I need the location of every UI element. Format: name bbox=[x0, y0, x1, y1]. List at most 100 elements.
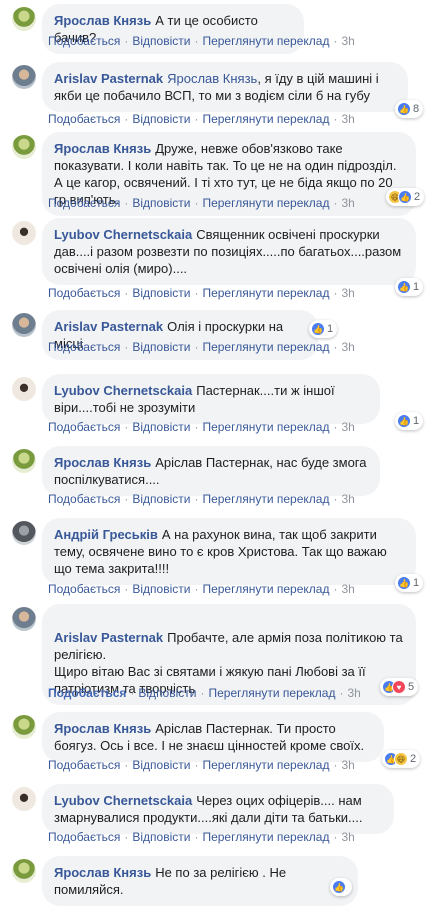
comment-mention[interactable]: Ярослав Князь bbox=[167, 71, 257, 86]
reaction-count: 2 bbox=[414, 191, 421, 203]
reply-link[interactable]: Відповісти bbox=[132, 340, 190, 354]
comment-author[interactable]: Lyubov Chernetsckaia bbox=[54, 227, 192, 242]
like-icon: 👍 bbox=[311, 322, 325, 336]
comment-time[interactable]: 3h bbox=[341, 492, 354, 506]
translate-link[interactable]: Переглянути переклад bbox=[202, 758, 329, 772]
reaction-summary[interactable]: 👍 ♥ 5 bbox=[380, 678, 419, 696]
avatar[interactable] bbox=[12, 859, 36, 883]
reaction-count: 1 bbox=[327, 323, 334, 335]
comment-bubble: Ярослав Князь Не по за релігією . Не поми… bbox=[42, 856, 358, 906]
reaction-summary[interactable]: 👍 1 bbox=[395, 278, 424, 296]
avatar[interactable] bbox=[12, 313, 36, 337]
reaction-summary[interactable]: 👍 😆 2 bbox=[382, 750, 421, 768]
like-link[interactable]: Подобається bbox=[48, 340, 120, 354]
translate-link[interactable]: Переглянути переклад bbox=[202, 286, 329, 300]
reaction-summary[interactable]: 👍 8 bbox=[395, 100, 424, 118]
avatar[interactable] bbox=[12, 607, 36, 631]
like-link[interactable]: Подобається bbox=[48, 830, 120, 844]
translate-link[interactable]: Переглянути переклад bbox=[202, 34, 329, 48]
avatar[interactable] bbox=[12, 787, 36, 811]
like-link[interactable]: Подобається bbox=[48, 582, 120, 596]
reply-link[interactable]: Відповісти bbox=[132, 196, 190, 210]
translate-link[interactable]: Переглянути переклад bbox=[208, 686, 335, 700]
comment-author[interactable]: Arislav Pasternak bbox=[54, 630, 163, 645]
comment-time[interactable]: 3h bbox=[341, 758, 354, 772]
reaction-count: 2 bbox=[410, 753, 417, 765]
comment-time[interactable]: 3h bbox=[341, 112, 354, 126]
avatar[interactable] bbox=[12, 521, 36, 545]
reply-link[interactable]: Відповісти bbox=[132, 582, 190, 596]
avatar[interactable] bbox=[12, 65, 36, 89]
translate-link[interactable]: Переглянути переклад bbox=[202, 196, 329, 210]
avatar[interactable] bbox=[12, 377, 36, 401]
comment-actions: Подобається · Відповісти · Переглянути перек… bbox=[48, 830, 355, 844]
comment-bubble: Lyubov Chernetsckaia Пастернак....ти ж ін… bbox=[42, 374, 380, 424]
reply-link[interactable]: Відповісти bbox=[132, 34, 190, 48]
comment-author[interactable]: Arislav Pasternak bbox=[54, 71, 163, 86]
translate-link[interactable]: Переглянути переклад bbox=[202, 492, 329, 506]
comment-actions: Подобається · Відповісти · Переглянути перек… bbox=[48, 686, 361, 700]
comment-time[interactable]: 3h bbox=[341, 34, 354, 48]
comment-author[interactable]: Lyubov Chernetsckaia bbox=[54, 793, 192, 808]
avatar[interactable] bbox=[12, 7, 36, 31]
like-link[interactable]: Подобається bbox=[48, 758, 120, 772]
reply-link[interactable]: Відповісти bbox=[132, 420, 190, 434]
comment-author[interactable]: Ярослав Князь bbox=[54, 141, 151, 156]
translate-link[interactable]: Переглянути переклад bbox=[202, 112, 329, 126]
translate-link[interactable]: Переглянути переклад bbox=[202, 340, 329, 354]
translate-link[interactable]: Переглянути переклад bbox=[202, 420, 329, 434]
reply-link[interactable]: Відповісти bbox=[132, 830, 190, 844]
comment-bubble: Arislav Pasternak Ярослав Князь, я їду в … bbox=[42, 62, 408, 112]
like-icon: 👍 bbox=[397, 280, 411, 294]
comment-actions: Подобається · Відповісти · Переглянути перек… bbox=[48, 758, 355, 772]
reaction-summary[interactable]: 👍 1 bbox=[395, 412, 424, 430]
like-link[interactable]: Подобається bbox=[48, 34, 120, 48]
comment-time[interactable]: 3h bbox=[341, 420, 354, 434]
reaction-summary[interactable]: 😆 👍 2 bbox=[386, 188, 425, 206]
like-link[interactable]: Подобається bbox=[48, 196, 120, 210]
avatar[interactable] bbox=[12, 135, 36, 159]
comment-author[interactable]: Lyubov Chernetsckaia bbox=[54, 383, 192, 398]
comment-actions: Подобається · Відповісти · Переглянути перек… bbox=[48, 582, 355, 596]
love-icon: ♥ bbox=[392, 680, 406, 694]
comment-actions: Подобається · Відповісти · Переглянути перек… bbox=[48, 492, 355, 506]
comment-bubble: Андрій Греськів А на рахунок вина, так що… bbox=[42, 518, 416, 585]
like-link[interactable]: Подобається bbox=[48, 112, 120, 126]
haha-icon: 😆 bbox=[394, 752, 408, 766]
avatar[interactable] bbox=[12, 715, 36, 739]
reply-link[interactable]: Відповісти bbox=[138, 686, 196, 700]
like-link[interactable]: Подобається bbox=[48, 686, 126, 700]
like-link[interactable]: Подобається bbox=[48, 420, 120, 434]
comment-time[interactable]: 3h bbox=[348, 686, 361, 700]
comment-actions: Подобається · Відповісти · Переглянути перек… bbox=[48, 286, 355, 300]
comment-time[interactable]: 3h bbox=[341, 340, 354, 354]
comment-author[interactable]: Ярослав Князь bbox=[54, 865, 151, 880]
comment-actions: Подобається · Відповісти · Переглянути перек… bbox=[48, 420, 355, 434]
comment-time[interactable]: 3h bbox=[341, 830, 354, 844]
reaction-summary[interactable]: 👍 1 bbox=[395, 574, 424, 592]
reply-link[interactable]: Відповісти bbox=[132, 112, 190, 126]
comment-bubble: Ярослав Князь Аріслав Пастернак. Ти прост… bbox=[42, 712, 384, 762]
reaction-count: 8 bbox=[413, 103, 420, 115]
comment-time[interactable]: 3h bbox=[341, 582, 354, 596]
avatar[interactable] bbox=[12, 449, 36, 473]
reply-link[interactable]: Відповісти bbox=[132, 492, 190, 506]
like-link[interactable]: Подобається bbox=[48, 492, 120, 506]
comment-author[interactable]: Андрій Греськів bbox=[54, 527, 158, 542]
translate-link[interactable]: Переглянути переклад bbox=[202, 582, 329, 596]
reaction-summary[interactable]: 👍 1 bbox=[309, 320, 338, 338]
avatar[interactable] bbox=[12, 221, 36, 245]
like-link[interactable]: Подобається bbox=[48, 286, 120, 300]
comment-author[interactable]: Ярослав Князь bbox=[54, 721, 151, 736]
comment-author[interactable]: Ярослав Князь bbox=[54, 455, 151, 470]
reply-link[interactable]: Відповісти bbox=[132, 286, 190, 300]
comment-author[interactable]: Arislav Pasternak bbox=[54, 319, 163, 334]
reply-link[interactable]: Відповісти bbox=[132, 758, 190, 772]
reaction-summary[interactable]: 👍 bbox=[330, 878, 352, 896]
comment-actions: Подобається · Відповісти · Переглянути перек… bbox=[48, 340, 355, 354]
comment-time[interactable]: 3h bbox=[341, 286, 354, 300]
translate-link[interactable]: Переглянути переклад bbox=[202, 830, 329, 844]
reaction-count: 1 bbox=[413, 415, 420, 427]
comment-time[interactable]: 3h bbox=[341, 196, 354, 210]
comment-author[interactable]: Ярослав Князь bbox=[54, 13, 151, 28]
